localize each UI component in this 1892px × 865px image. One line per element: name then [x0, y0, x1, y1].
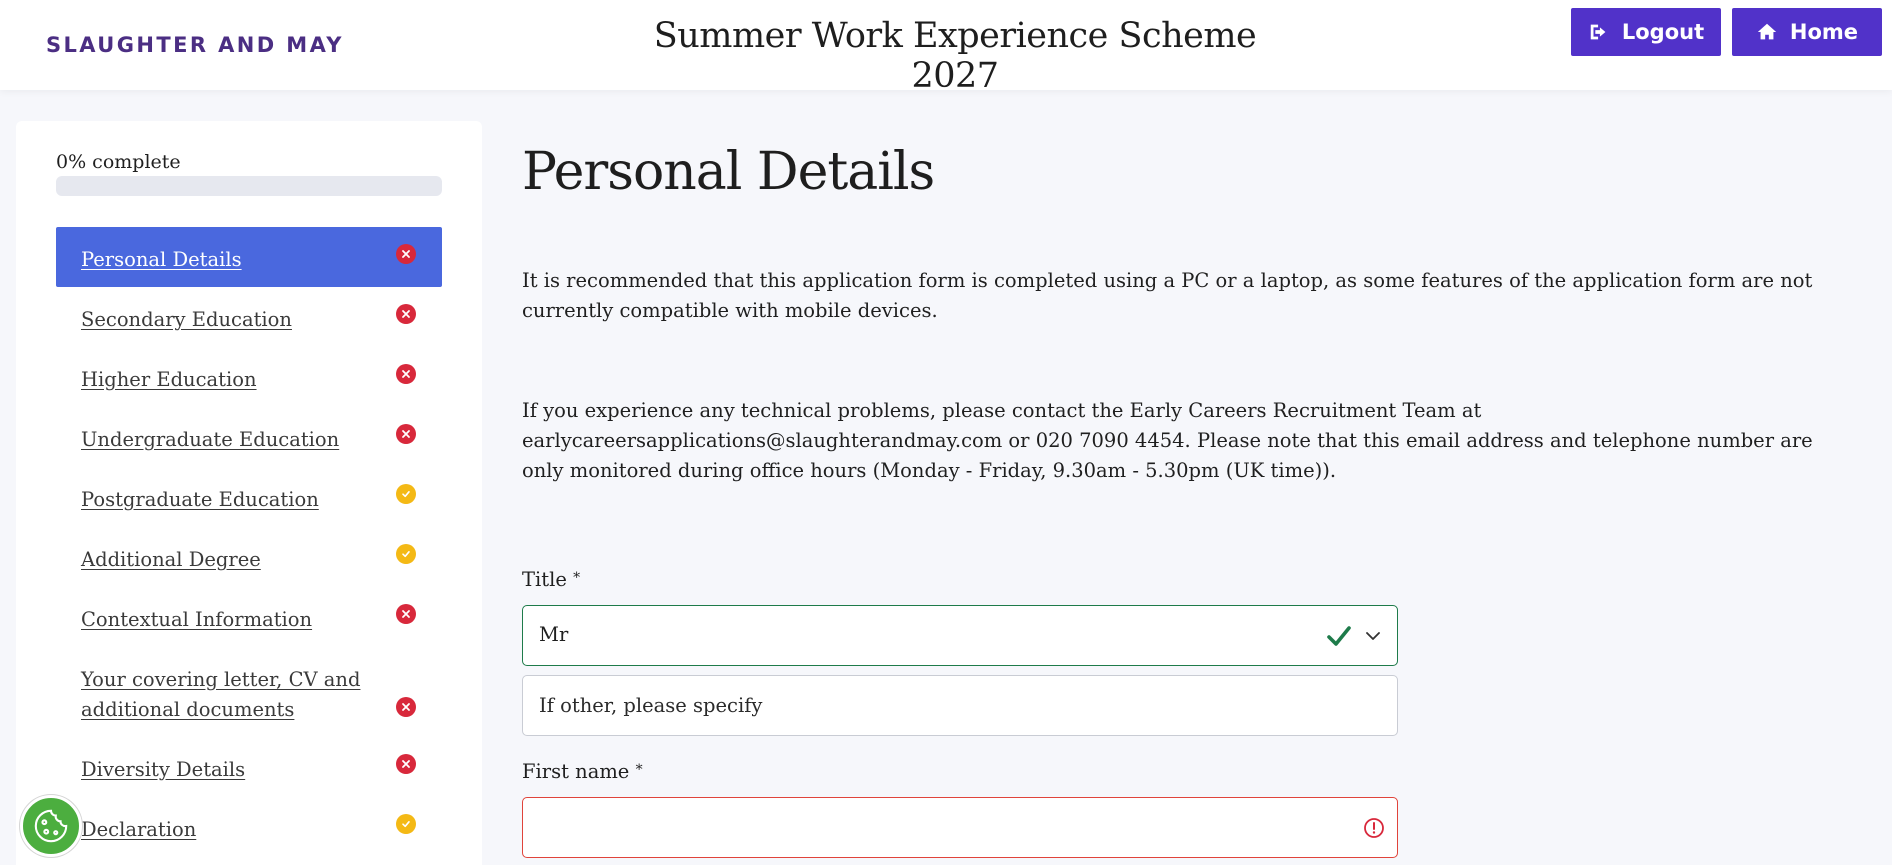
sidebar-item-postgraduate-education[interactable]: Postgraduate Education: [56, 467, 442, 527]
sidebar-item-undergraduate-education[interactable]: Undergraduate Education: [56, 407, 442, 467]
logout-icon: [1590, 24, 1606, 40]
title-select[interactable]: Mr: [522, 605, 1398, 666]
technical-support-text: If you experience any technical problems…: [522, 399, 1813, 482]
sidebar-item-secondary-education[interactable]: Secondary Education: [56, 287, 442, 347]
sidebar-item-label[interactable]: Higher Education: [81, 365, 401, 395]
title-label-text: Title: [522, 568, 567, 591]
sidebar-item-label[interactable]: Your covering letter, CV and additional …: [81, 665, 401, 725]
cookie-icon: [34, 809, 68, 843]
top-header: SLAUGHTER AND MAY Summer Work Experience…: [0, 0, 1892, 96]
cookie-settings-button[interactable]: [20, 795, 82, 857]
brand-logo[interactable]: SLAUGHTER AND MAY: [46, 33, 344, 57]
sidebar-item-covering-letter-cv[interactable]: Your covering letter, CV and additional …: [56, 647, 442, 737]
chevron-down-icon: [1366, 632, 1380, 640]
sidebar-item-label[interactable]: Contextual Information: [81, 605, 401, 635]
check-circle-icon: [396, 484, 416, 504]
sidebar-item-contextual-information[interactable]: Contextual Information: [56, 587, 442, 647]
error-x-icon: [396, 364, 416, 384]
home-label: Home: [1789, 20, 1859, 44]
first-name-field-label: First name *: [522, 760, 643, 783]
sidebar-item-label[interactable]: Undergraduate Education: [81, 425, 401, 455]
required-marker: *: [635, 762, 643, 778]
check-circle-icon: [396, 544, 416, 564]
sidebar-item-label[interactable]: Diversity Details: [81, 755, 401, 785]
error-x-icon: [396, 244, 416, 264]
sidebar-item-label[interactable]: Personal Details: [81, 245, 401, 275]
sidebar-item-personal-details[interactable]: Personal Details: [56, 227, 442, 287]
error-x-icon: [396, 304, 416, 324]
section-sidebar: 0% complete Personal Details Secondary E…: [16, 121, 482, 865]
app-title: Summer Work Experience Scheme 2027: [653, 16, 1257, 96]
home-icon: [1757, 23, 1777, 40]
sidebar-item-higher-education[interactable]: Higher Education: [56, 347, 442, 407]
sidebar-item-label[interactable]: Secondary Education: [81, 305, 401, 335]
sidebar-item-label[interactable]: Postgraduate Education: [81, 485, 401, 515]
logout-button[interactable]: Logout: [1571, 8, 1721, 56]
sidebar-item-declaration[interactable]: Declaration: [56, 797, 442, 857]
alert-circle-icon: [1364, 818, 1384, 838]
error-x-icon: [396, 424, 416, 444]
title-select-value: Mr: [539, 623, 569, 646]
title-other-input[interactable]: [522, 675, 1398, 736]
sidebar-item-diversity-details[interactable]: Diversity Details: [56, 737, 442, 797]
device-recommendation-text: It is recommended that this application …: [522, 269, 1813, 322]
section-nav: Personal Details Secondary Education Hig…: [56, 227, 442, 857]
sidebar-item-additional-degree[interactable]: Additional Degree: [56, 527, 442, 587]
title-field-label: Title *: [522, 568, 580, 591]
check-icon: [1327, 626, 1351, 646]
check-circle-icon: [396, 814, 416, 834]
first-name-label-text: First name: [522, 760, 630, 783]
page-title: Personal Details: [522, 142, 935, 202]
logout-label: Logout: [1621, 20, 1705, 44]
progress-label: 0% complete: [56, 151, 181, 173]
progress-bar: [56, 176, 442, 196]
sidebar-item-label[interactable]: Additional Degree: [81, 545, 401, 575]
error-x-icon: [396, 697, 416, 717]
first-name-input[interactable]: [522, 797, 1398, 858]
home-button[interactable]: Home: [1732, 8, 1882, 56]
sidebar-item-label[interactable]: Declaration: [81, 815, 401, 845]
error-x-icon: [396, 604, 416, 624]
error-x-icon: [396, 754, 416, 774]
required-marker: *: [573, 570, 581, 586]
